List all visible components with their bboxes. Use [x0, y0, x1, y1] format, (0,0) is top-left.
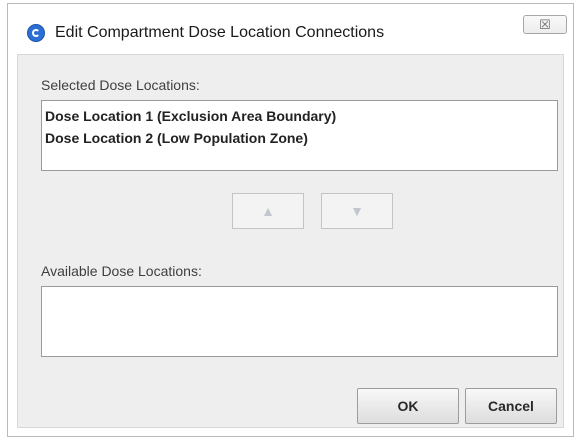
app-icon	[27, 24, 45, 42]
selected-locations-label: Selected Dose Locations:	[41, 77, 200, 93]
title-bar: Edit Compartment Dose Location Connectio…	[8, 4, 573, 54]
list-item[interactable]: Dose Location 2 (Low Population Zone)	[42, 127, 557, 149]
close-icon: ☒	[539, 17, 551, 32]
move-up-button[interactable]: ▲	[232, 193, 304, 229]
chevron-down-icon: ▼	[350, 203, 364, 219]
dialog-content: Selected Dose Locations: Dose Location 1…	[17, 54, 564, 428]
close-button[interactable]: ☒	[523, 15, 567, 34]
list-item[interactable]: Dose Location 1 (Exclusion Area Boundary…	[42, 105, 557, 127]
dialog-window: Edit Compartment Dose Location Connectio…	[7, 3, 574, 437]
move-down-button[interactable]: ▼	[321, 193, 393, 229]
available-locations-label: Available Dose Locations:	[41, 263, 202, 279]
chevron-up-icon: ▲	[261, 203, 275, 219]
selected-locations-list[interactable]: Dose Location 1 (Exclusion Area Boundary…	[41, 100, 558, 171]
window-title: Edit Compartment Dose Location Connectio…	[55, 24, 385, 41]
cancel-button[interactable]: Cancel	[465, 388, 557, 424]
available-locations-list[interactable]	[41, 286, 558, 357]
ok-button[interactable]: OK	[357, 388, 459, 424]
